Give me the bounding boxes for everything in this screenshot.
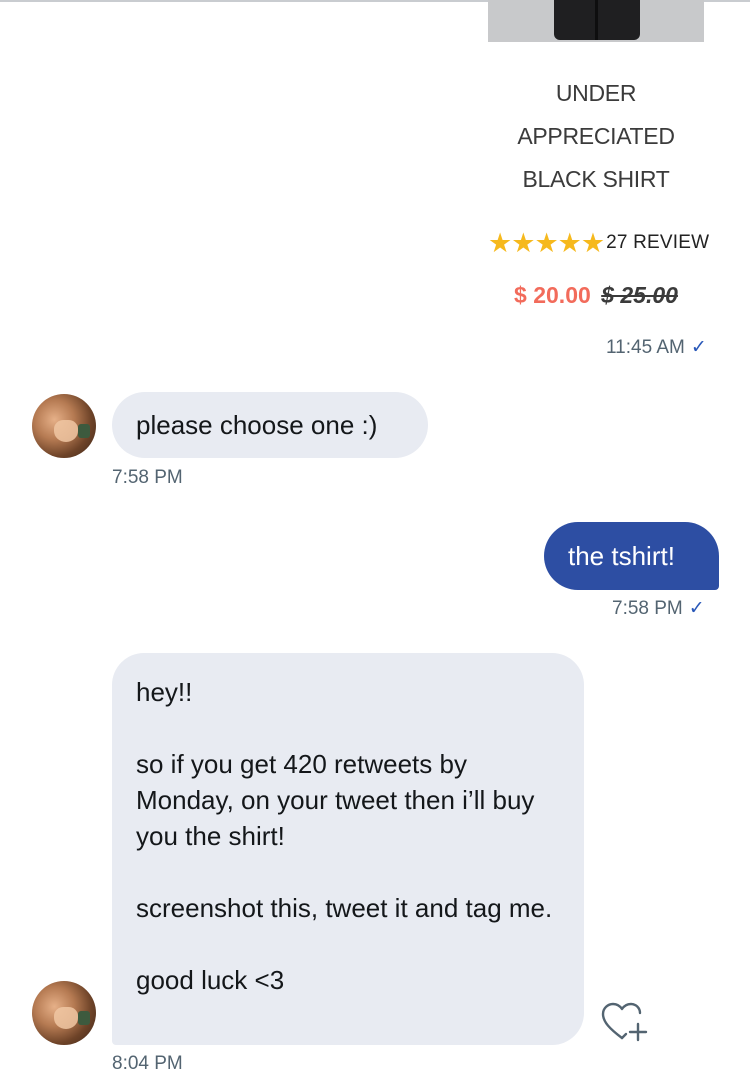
message-timestamp: 7:58 PM — [112, 467, 183, 488]
product-title-line: APPRECIATED — [517, 123, 675, 149]
sale-price: $ 20.00 — [514, 282, 591, 308]
original-price: $ 25.00 — [601, 282, 678, 308]
message-timestamp: 8:04 PM — [112, 1053, 183, 1074]
star-icon: ★ — [580, 228, 606, 258]
product-title[interactable]: UNDER APPRECIATED BLACK SHIRT — [488, 72, 704, 201]
timestamp-text: 11:45 AM — [606, 337, 685, 358]
message-text: hey!! so if you get 420 retweets by Mond… — [136, 677, 553, 995]
star-icon: ★ — [488, 228, 513, 258]
message-text: please choose one :) — [136, 410, 378, 440]
checkmark-icon: ✓ — [688, 598, 705, 619]
product-title-line: BLACK SHIRT — [522, 166, 670, 192]
star-icon: ★ — [511, 228, 536, 258]
checkmark-icon: ✓ — [690, 337, 707, 358]
product-rating: ★ ★ ★ ★ ★ 27 REVIEW — [488, 228, 720, 258]
message-timestamp: 11:45 AM ✓ — [606, 336, 707, 359]
star-icon: ★ — [534, 228, 559, 258]
shirt-graphic — [554, 0, 640, 40]
avatar[interactable] — [32, 394, 96, 458]
message-text: the tshirt! — [568, 541, 675, 571]
incoming-message[interactable]: please choose one :) — [112, 392, 428, 458]
review-count: 27 REVIEW — [606, 232, 710, 253]
product-title-line: UNDER — [555, 80, 637, 106]
heart-plus-icon[interactable] — [600, 1000, 652, 1044]
star-icon: ★ — [557, 228, 582, 258]
avatar[interactable] — [32, 981, 96, 1045]
product-image[interactable] — [488, 0, 704, 42]
outgoing-message[interactable]: the tshirt! — [544, 522, 719, 590]
message-timestamp: 7:58 PM ✓ — [612, 597, 705, 620]
timestamp-text: 7:58 PM — [612, 598, 683, 619]
product-price: $ 20.00 $ 25.00 — [488, 282, 704, 309]
incoming-message[interactable]: hey!! so if you get 420 retweets by Mond… — [112, 653, 584, 1045]
